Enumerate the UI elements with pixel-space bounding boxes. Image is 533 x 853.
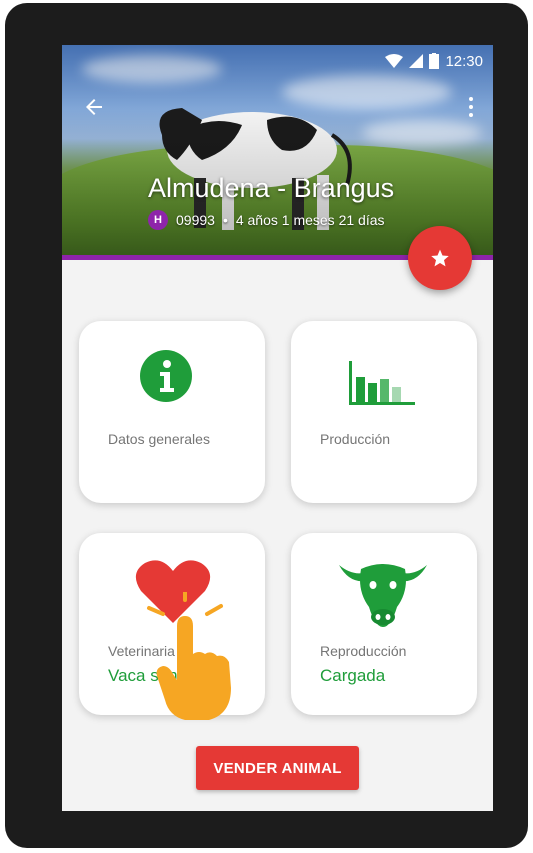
separator-dot: • — [222, 212, 228, 228]
card-reproduction[interactable]: Reproducción Cargada — [291, 533, 477, 715]
animal-meta: H 09993 • 4 años 1 meses 21 días — [148, 210, 385, 230]
tap-hand-icon — [147, 592, 231, 720]
battery-icon — [429, 53, 440, 69]
card-production[interactable]: Producción — [291, 321, 477, 503]
sex-badge: H — [148, 210, 168, 230]
card-status: Cargada — [320, 666, 386, 685]
animal-name: Almudena - Brangus — [148, 173, 395, 203]
sell-animal-button[interactable]: VENDER ANIMAL — [196, 746, 359, 790]
animal-age: 4 años 1 meses 21 días — [235, 212, 385, 228]
signal-icon — [409, 54, 424, 68]
info-icon — [140, 350, 192, 402]
card-label: Reproducción — [320, 643, 407, 659]
card-label: Datos generales — [108, 431, 210, 447]
back-arrow-icon[interactable] — [82, 95, 106, 119]
animal-id: 09993 — [176, 212, 215, 228]
card-general-data[interactable]: Datos generales — [79, 321, 265, 503]
animal-header: 12:30 Almudena - Brangus H 09993 • 4 año… — [62, 45, 493, 258]
wifi-icon — [385, 54, 404, 68]
bar-chart-icon — [349, 361, 415, 405]
card-label: Producción — [320, 431, 391, 447]
cow-head-icon — [339, 564, 427, 627]
star-icon — [431, 249, 449, 267]
app-screen: 12:30 Almudena - Brangus H 09993 • 4 año… — [62, 45, 493, 811]
more-options-icon[interactable] — [467, 97, 475, 119]
favorite-button[interactable] — [408, 226, 472, 290]
status-bar: 12:30 — [385, 51, 483, 71]
status-time: 12:30 — [445, 52, 483, 70]
